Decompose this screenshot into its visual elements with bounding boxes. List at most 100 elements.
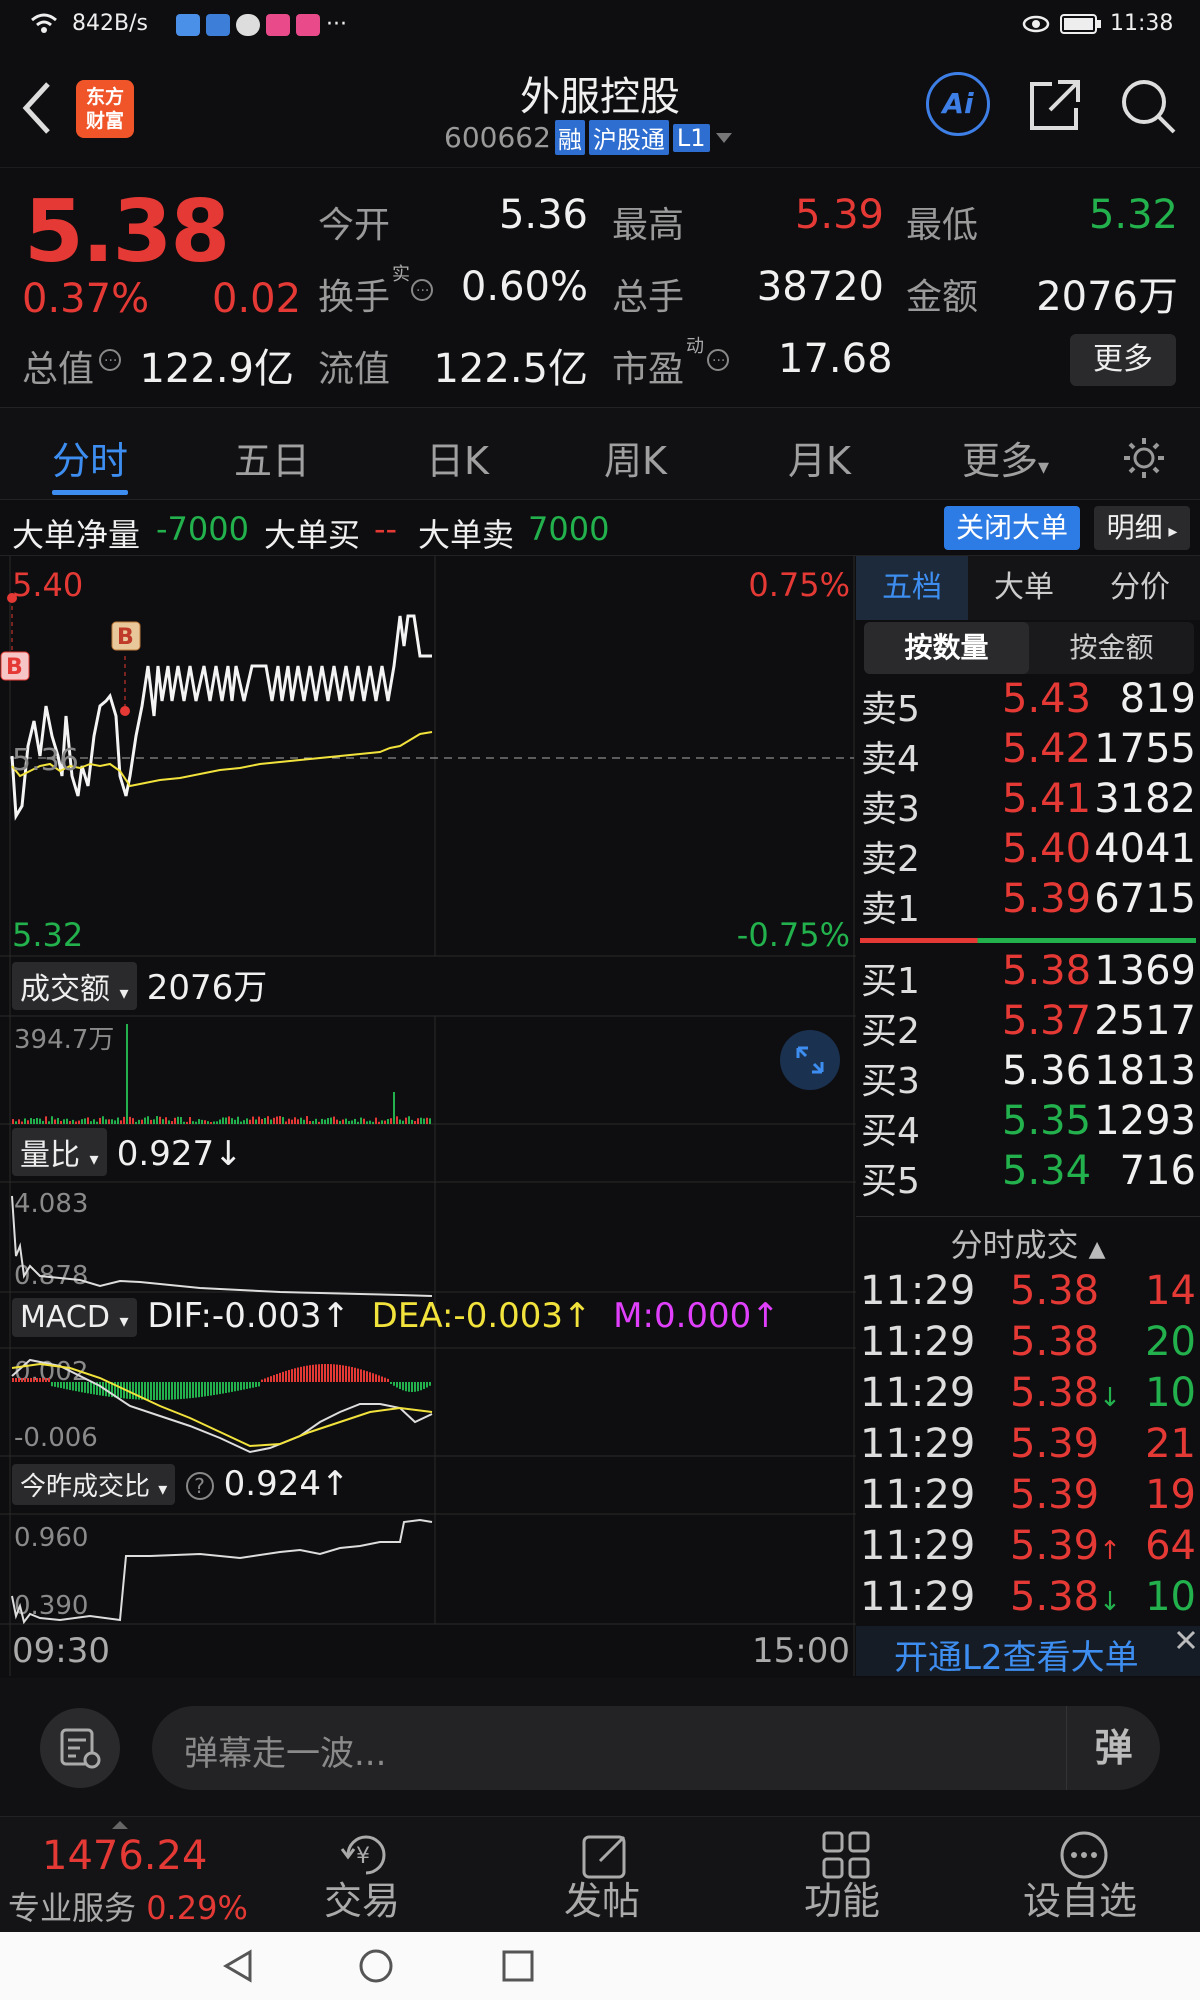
amount-bar (234, 1119, 236, 1124)
tab-more[interactable]: 更多▾ (962, 430, 1049, 485)
level-label: 卖1 (861, 889, 920, 930)
macd-bar (117, 1382, 119, 1398)
danmaku-list-icon (60, 1728, 101, 1769)
tab-price-dist[interactable]: 分价 (1080, 556, 1200, 620)
app-logo[interactable]: 东方 财富 (76, 80, 134, 138)
close-big-order-button[interactable]: 关闭大单 (944, 506, 1080, 550)
buy-level[interactable]: 买1 5.38 1369 (856, 948, 1200, 1002)
nav-functions-label: 功能 (803, 1879, 880, 1923)
quote-panel: 5.38 0.37% 0.02 今开 5.36 最高 5.39 最低 5.32 … (0, 168, 1200, 408)
sell-level[interactable]: 卖3 5.41 3182 (856, 776, 1200, 830)
sell-level[interactable]: 卖4 5.42 1755 (856, 726, 1200, 780)
ai-button[interactable]: Ai (926, 72, 990, 136)
tab-intraday[interactable]: 分时 (52, 430, 128, 485)
by-quantity-button[interactable]: 按数量 (864, 622, 1029, 674)
pe-sup: 动 (686, 336, 704, 357)
macd-bar (132, 1382, 134, 1400)
sell-level[interactable]: 卖5 5.43 819 (856, 676, 1200, 730)
macd-bar (408, 1382, 410, 1392)
info-icon[interactable]: ··· (706, 348, 730, 372)
orderbook-tabs: 五档 大单 分价 (856, 556, 1200, 620)
tick-price-wrap: 5.38 (1010, 1319, 1099, 1365)
tvr-indicator[interactable]: 今昨成交比 ▾ ? 0.924↑ (12, 1464, 350, 1505)
amount-bar (117, 1117, 119, 1124)
macd-bar (48, 1378, 50, 1382)
nav-trade[interactable]: ¥ 交易 (272, 1817, 452, 1933)
tab-daily[interactable]: 日K (426, 430, 489, 485)
macd-bar (27, 1378, 29, 1382)
macd-bar (375, 1374, 377, 1382)
ratio-dropdown[interactable]: 量比 ▾ (12, 1128, 107, 1176)
tvr-value: 0.924 (223, 1464, 322, 1504)
danmaku-input[interactable]: 弹幕走一波... 弹 (152, 1706, 1160, 1790)
tick-row: 11:29 5.39 21 (856, 1421, 1200, 1471)
buy-level[interactable]: 买2 5.37 2517 (856, 998, 1200, 1052)
system-recents-icon[interactable] (500, 1948, 536, 1984)
system-home-icon[interactable] (358, 1948, 394, 1984)
chart-area[interactable]: B B 5.40 5.32 5.36 0.75% -0.75% 394.7万 4… (0, 556, 856, 1676)
tab-monthly[interactable]: 月K (788, 430, 851, 485)
macd-bar (177, 1382, 179, 1400)
big-net-value: -7000 (156, 510, 249, 548)
more-button[interactable]: 更多 (1070, 334, 1176, 386)
sell-level[interactable]: 卖2 5.40 4041 (856, 826, 1200, 880)
amount-bar (87, 1117, 89, 1124)
danmaku-send-button[interactable]: 弹 (1066, 1706, 1160, 1790)
amount-bar (183, 1121, 185, 1124)
macd-bar (282, 1371, 284, 1382)
share-icon[interactable] (1026, 76, 1084, 134)
amount-bar (342, 1119, 344, 1124)
ratio-indicator[interactable]: 量比 ▾ 0.927↓ (12, 1128, 243, 1176)
amount-bar (72, 1119, 74, 1124)
help-icon[interactable]: ? (185, 1472, 214, 1500)
macd-bar (369, 1372, 371, 1382)
macd-indicator[interactable]: MACD ▾ DIF:-0.003↑ DEA:-0.003↑ M:0.000↑ (12, 1296, 780, 1337)
stock-code-row[interactable]: 600662 融 沪股通 L1 (444, 120, 734, 155)
back-icon[interactable] (20, 80, 54, 136)
search-icon[interactable] (1118, 76, 1178, 136)
amount-bar (60, 1120, 62, 1124)
logo-text-1: 东方 (85, 86, 124, 108)
caret-down-icon: ▾ (119, 983, 129, 1004)
amount-indicator[interactable]: 成交额 ▾ 2076万 (12, 960, 267, 1010)
l2-banner-text: 开通L2查看大单 (894, 1638, 1139, 1678)
ticks-title[interactable]: 分时成交 ▲ (856, 1220, 1200, 1266)
close-icon[interactable] (1174, 1628, 1198, 1652)
macd-bar (273, 1375, 275, 1382)
by-amount-button[interactable]: 按金额 (1029, 622, 1194, 674)
amount-bar (327, 1118, 329, 1124)
expand-button[interactable] (780, 1030, 840, 1090)
amount-dropdown[interactable]: 成交额 ▾ (12, 962, 137, 1010)
macd-bar (378, 1375, 380, 1382)
tab-weekly[interactable]: 周K (604, 430, 667, 485)
tab-five-levels[interactable]: 五档 (856, 556, 968, 620)
nav-watchlist[interactable]: 设自选 (990, 1817, 1170, 1933)
buy-level[interactable]: 买3 5.36 1813 (856, 1048, 1200, 1102)
buy-level[interactable]: 买5 5.34 716 (856, 1148, 1200, 1202)
amount-bar (192, 1121, 194, 1124)
macd-bar (147, 1382, 149, 1400)
tvr-dropdown[interactable]: 今昨成交比 ▾ (12, 1464, 176, 1505)
amount-bar (180, 1117, 182, 1124)
amount-bar (129, 1116, 131, 1124)
buy-level[interactable]: 买4 5.35 1293 (856, 1098, 1200, 1152)
svg-text:···: ··· (104, 353, 117, 369)
info-icon[interactable]: ··· (410, 278, 434, 302)
sell-level[interactable]: 卖1 5.39 6715 (856, 876, 1200, 930)
settings-gear-icon[interactable] (1120, 434, 1168, 482)
system-back-icon[interactable] (220, 1948, 256, 1984)
amount-bar (288, 1118, 290, 1124)
detail-button[interactable]: 明细 ▸ (1094, 506, 1190, 550)
nav-post[interactable]: 发帖 (512, 1817, 692, 1933)
macd-bar (168, 1382, 170, 1400)
macd-dropdown[interactable]: MACD ▾ (12, 1298, 137, 1337)
l2-banner[interactable]: 开通L2查看大单 (856, 1626, 1200, 1678)
danmaku-settings-button[interactable] (40, 1708, 120, 1788)
tab-big-orders[interactable]: 大单 (968, 556, 1080, 620)
stock-code: 600662 (444, 121, 551, 154)
tab-5day[interactable]: 五日 (234, 430, 310, 485)
wifi-icon (31, 13, 57, 33)
nav-functions[interactable]: 功能 (752, 1817, 932, 1933)
index-widget[interactable]: 1476.24 专业服务 0.29% (0, 1817, 270, 1933)
info-icon[interactable]: ··· (98, 348, 122, 372)
